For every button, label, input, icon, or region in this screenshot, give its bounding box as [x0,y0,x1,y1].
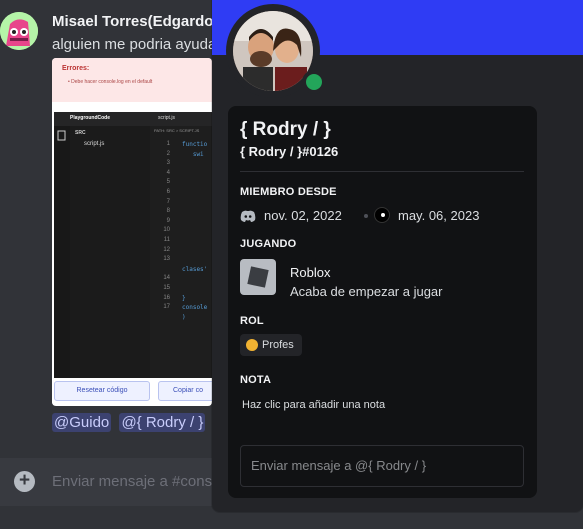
editor-path: PATH: SRC > SCRIPT.JS [154,128,200,133]
note-heading: NOTA [240,374,272,386]
separator-dot [364,214,368,218]
avatar-character-icon [0,12,38,50]
role-name: Profes [262,339,294,351]
note-input[interactable]: Haz clic para añadir una nota [242,399,385,411]
role-badge[interactable]: Profes [240,334,302,356]
message-attachment-image[interactable]: Errores: • Debe hacer console.log en el … [52,58,212,406]
composer-placeholder[interactable]: Enviar mensaje a #cons [52,473,212,490]
message-author[interactable]: Misael Torres(Edgardo) [52,13,218,30]
game-state: Acaba de empezar a jugar [290,284,443,299]
line-numbers: 1 2 3 4 5 6 7 8 9 10 11 12 13 14 15 16 1… [163,141,170,311]
copy-code-button: Copiar co [158,381,212,401]
file-explorer: SRC script.js [70,126,150,406]
code-text: functio swi clases' } console ) [182,141,208,321]
profile-avatar[interactable] [226,4,326,98]
profile-username: { Rodry / }#0126 [240,144,339,159]
online-status-dot [306,74,322,90]
mention-line: @Guido @{ Rodry / } [52,413,209,432]
profile-avatar-photo [233,11,313,91]
error-item: • Debe hacer console.log en el default [68,79,153,85]
file-label: script.js [84,141,105,147]
editor-activity-bar [54,126,70,406]
add-attachment-icon[interactable]: + [14,471,35,492]
mention-guido[interactable]: @Guido [52,413,112,432]
file-icon [57,130,66,141]
role-heading: ROL [240,315,264,327]
online-status-indicator [302,70,326,94]
member-since-server-date: may. 06, 2023 [398,208,480,223]
direct-message-input[interactable]: Enviar mensaje a @{ Rodry / } [240,445,524,487]
member-since-row: nov. 02, 2022 may. 06, 2023 [240,207,530,225]
message-text: alguien me podria ayuda [52,36,217,53]
roblox-icon-mark [247,266,269,288]
server-icon-mark [381,213,385,217]
code-editor: PlaygroundCode script.js SRC script.js P… [54,112,212,406]
profile-card: { Rodry / } { Rodry / }#0126 MIEMBRO DES… [228,106,537,498]
error-panel: Errores: • Debe hacer console.log en el … [52,58,212,102]
game-name: Roblox [290,265,331,280]
role-color-dot [246,339,258,351]
error-title: Errores: [62,65,90,72]
reset-code-button: Resetear código [54,381,150,401]
user-profile-popout: { Rodry / } { Rodry / }#0126 MIEMBRO DES… [212,0,583,512]
attachment-buttons: Resetear código Copiar co [52,378,212,406]
profile-display-name: { Rodry / } [240,119,331,140]
author-avatar[interactable] [0,12,38,50]
couple-photo-icon [233,11,313,91]
mention-rodry[interactable]: @{ Rodry / } [119,413,206,432]
playing-heading: JUGANDO [240,238,297,250]
roblox-icon [240,259,276,295]
server-icon [374,207,390,223]
folder-label: SRC [75,130,86,136]
member-since-discord-date: nov. 02, 2022 [264,208,342,223]
editor-tab: script.js [158,115,175,121]
profile-divider [240,171,524,172]
discord-icon [240,210,256,222]
error-item-text: Debe hacer console.log en el default [71,79,153,85]
editor-app-name: PlaygroundCode [70,115,111,121]
member-since-heading: MIEMBRO DESDE [240,186,337,198]
editor-topbar: PlaygroundCode script.js [54,112,212,126]
